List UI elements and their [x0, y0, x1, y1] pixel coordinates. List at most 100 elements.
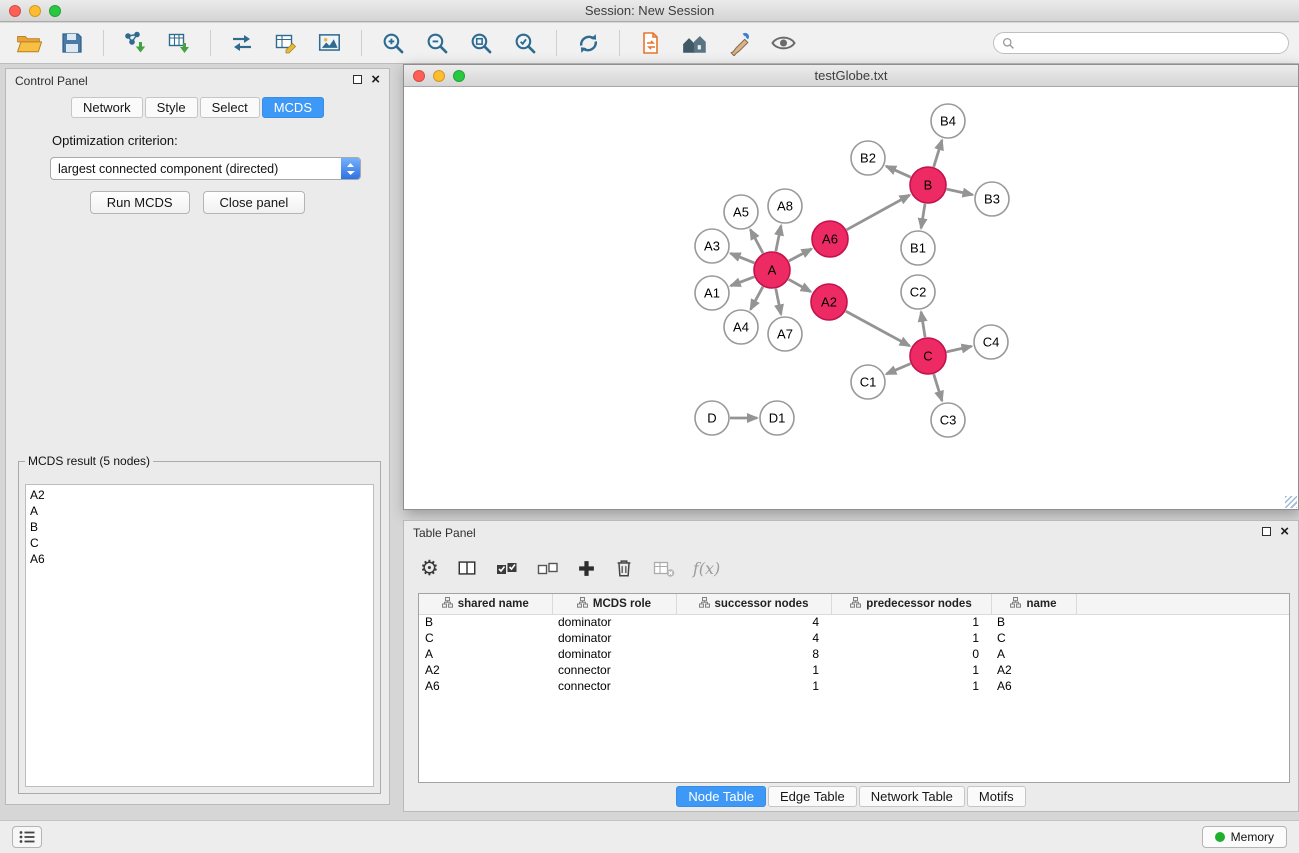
table-row[interactable]: Bdominator41B — [419, 614, 1289, 630]
graph-node-C3[interactable]: C3 — [931, 403, 965, 437]
graph-edge-C-C3[interactable] — [934, 374, 942, 401]
result-item[interactable]: A — [30, 503, 369, 519]
hometown-button[interactable] — [677, 26, 713, 60]
delete-table-button[interactable] — [652, 554, 676, 582]
graph-node-B1[interactable]: B1 — [901, 231, 935, 265]
tab-network-table[interactable]: Network Table — [859, 786, 965, 807]
tab-style[interactable]: Style — [145, 97, 198, 118]
zoom-out-button[interactable] — [419, 26, 455, 60]
zoom-in-button[interactable] — [375, 26, 411, 60]
graph-edge-A-A8[interactable] — [776, 226, 781, 252]
delete-column-button[interactable] — [613, 554, 635, 582]
graph-node-C1[interactable]: C1 — [851, 365, 885, 399]
memory-button[interactable]: Memory — [1202, 826, 1287, 848]
table-row[interactable]: A6connector11A6 — [419, 678, 1289, 694]
graph-edge-A6-B[interactable] — [847, 195, 910, 230]
minimize-window-button[interactable] — [29, 5, 41, 17]
export-image-button[interactable] — [312, 26, 348, 60]
search-box[interactable] — [993, 32, 1289, 54]
tab-network[interactable]: Network — [71, 97, 143, 118]
file-transfer-button[interactable] — [633, 26, 669, 60]
graph-edge-B-B2[interactable] — [886, 166, 911, 177]
search-input[interactable] — [1020, 36, 1280, 50]
minimize-network-window-button[interactable] — [433, 70, 445, 82]
graph-node-B3[interactable]: B3 — [975, 182, 1009, 216]
tab-node-table[interactable]: Node Table — [676, 786, 766, 807]
graph-edge-C-C2[interactable] — [921, 312, 925, 337]
graph-edge-A-A7[interactable] — [776, 289, 781, 315]
graph-edge-A-A6[interactable] — [789, 249, 812, 261]
graph-node-A2[interactable]: A2 — [811, 284, 847, 320]
graph-node-A8[interactable]: A8 — [768, 189, 802, 223]
run-mcds-button[interactable]: Run MCDS — [90, 191, 190, 214]
import-table-button[interactable] — [161, 26, 197, 60]
tab-mcds[interactable]: MCDS — [262, 97, 324, 118]
titlebar[interactable]: Session: New Session — [0, 0, 1299, 22]
open-session-button[interactable] — [10, 26, 46, 60]
graph-node-A[interactable]: A — [754, 252, 790, 288]
close-window-button[interactable] — [9, 5, 21, 17]
graph-edge-C-C4[interactable] — [947, 346, 972, 352]
result-item[interactable]: B — [30, 519, 369, 535]
criterion-dropdown[interactable]: largest connected component (directed) — [50, 157, 361, 180]
graph-edge-A-A3[interactable] — [731, 253, 755, 263]
result-item[interactable]: A6 — [30, 551, 369, 567]
graph-edge-B-B3[interactable] — [947, 189, 973, 195]
task-history-button[interactable] — [12, 826, 42, 848]
graph-edge-B-B4[interactable] — [934, 140, 942, 167]
graph-edge-A-A2[interactable] — [789, 279, 811, 291]
table-row[interactable]: Cdominator41C — [419, 630, 1289, 646]
add-column-button[interactable] — [577, 554, 596, 582]
zoom-window-button[interactable] — [49, 5, 61, 17]
tab-select[interactable]: Select — [200, 97, 260, 118]
network-canvas[interactable]: AA1A2A3A4A5A6A7A8BB1B2B3B4CC1C2C3C4DD1 — [404, 87, 1298, 509]
graph-node-D1[interactable]: D1 — [760, 401, 794, 435]
graph-node-A4[interactable]: A4 — [724, 310, 758, 344]
close-network-window-button[interactable] — [413, 70, 425, 82]
swap-networks-button[interactable] — [224, 26, 260, 60]
zoom-network-window-button[interactable] — [453, 70, 465, 82]
select-all-button[interactable] — [495, 554, 519, 582]
table-row[interactable]: Adominator80A — [419, 646, 1289, 662]
float-table-panel-icon[interactable] — [1262, 527, 1271, 536]
graph-edge-B-B1[interactable] — [921, 204, 925, 228]
close-panel-icon[interactable]: × — [371, 74, 380, 85]
edit-table-button[interactable] — [268, 26, 304, 60]
column-header-successor-nodes[interactable]: successor nodes — [676, 594, 831, 614]
float-panel-icon[interactable] — [353, 75, 362, 84]
column-header-predecessor-nodes[interactable]: predecessor nodes — [831, 594, 991, 614]
column-header-shared-name[interactable]: shared name — [419, 594, 552, 614]
tab-motifs[interactable]: Motifs — [967, 786, 1026, 807]
graph-node-A1[interactable]: A1 — [695, 276, 729, 310]
graph-node-B4[interactable]: B4 — [931, 104, 965, 138]
column-header-name[interactable]: name — [991, 594, 1076, 614]
resize-handle-icon[interactable] — [1285, 496, 1297, 508]
zoom-fit-button[interactable] — [463, 26, 499, 60]
close-table-panel-icon[interactable]: × — [1280, 526, 1289, 537]
save-session-button[interactable] — [54, 26, 90, 60]
graph-edge-C-C1[interactable] — [886, 364, 910, 374]
table-row[interactable]: A2connector11A2 — [419, 662, 1289, 678]
column-header-MCDS-role[interactable]: MCDS role — [552, 594, 676, 614]
close-panel-button[interactable]: Close panel — [203, 191, 306, 214]
refresh-layout-button[interactable] — [570, 26, 606, 60]
graph-node-A3[interactable]: A3 — [695, 229, 729, 263]
show-columns-button[interactable] — [456, 554, 478, 582]
graph-node-C2[interactable]: C2 — [901, 275, 935, 309]
function-builder-button[interactable]: f(x) — [693, 554, 720, 582]
graph-node-C4[interactable]: C4 — [974, 325, 1008, 359]
graph-edge-A-A1[interactable] — [731, 277, 755, 286]
paint-style-button[interactable] — [721, 26, 757, 60]
graph-node-A6[interactable]: A6 — [812, 221, 848, 257]
graph-edge-A2-C[interactable] — [846, 311, 910, 346]
table-settings-button[interactable]: ⚙ — [420, 554, 439, 582]
graph-node-A5[interactable]: A5 — [724, 195, 758, 229]
network-window-titlebar[interactable]: testGlobe.txt — [404, 65, 1298, 87]
result-item[interactable]: C — [30, 535, 369, 551]
deselect-all-button[interactable] — [536, 554, 560, 582]
graph-node-B2[interactable]: B2 — [851, 141, 885, 175]
tab-edge-table[interactable]: Edge Table — [768, 786, 857, 807]
zoom-selected-button[interactable] — [507, 26, 543, 60]
graph-node-C[interactable]: C — [910, 338, 946, 374]
graph-node-A7[interactable]: A7 — [768, 317, 802, 351]
